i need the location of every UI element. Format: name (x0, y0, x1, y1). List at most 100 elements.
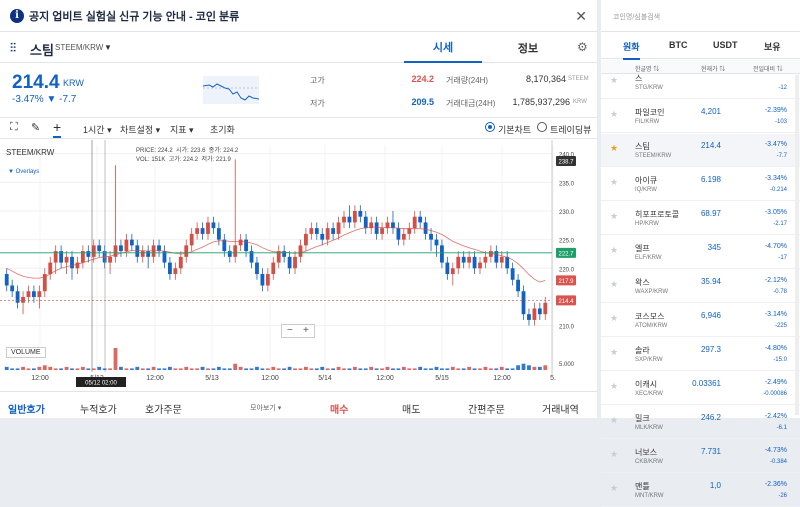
scrollbar[interactable] (795, 75, 799, 415)
coin-price: 6,946 (700, 311, 721, 320)
list-item[interactable]: ★ 왁스 WAXP/KRW 35.94 -2.12% -0.78 (601, 270, 800, 303)
tab-order-entry[interactable]: 호가주문 (145, 401, 182, 416)
coin-change-diff: -7.7 (776, 153, 787, 159)
ohlc-high2-label: 고가: (168, 157, 182, 163)
overlays-toggle[interactable]: ▼ Overlays (8, 169, 39, 175)
list-item[interactable]: ★ 밀크 MLK/KRW 246.2 -2.42% -6.1 (601, 406, 800, 439)
pencil-icon[interactable]: ✎ (31, 121, 40, 134)
coin-search[interactable]: 코인명/심볼검색 (601, 0, 800, 32)
gear-icon[interactable]: ⚙ (577, 40, 588, 54)
ohlc-high: 224.2 (223, 148, 239, 154)
candle (178, 256, 183, 269)
ohlc-vol: 151K (151, 157, 166, 163)
search-input[interactable]: 코인명/심볼검색 (613, 12, 660, 22)
coin-name: 스팀 (30, 43, 54, 58)
tab-holdings[interactable]: 보유 (764, 40, 781, 53)
candle (135, 245, 140, 257)
order-tabs: 일반호가 누적호가 호가주문 모아보기 ▾ 매수 매도 간편주문 거래내역 (0, 391, 597, 418)
star-icon[interactable]: ★ (610, 143, 618, 154)
candle (423, 222, 428, 234)
chart-settings-menu[interactable]: 차트설정 ▾ (120, 123, 160, 136)
list-item[interactable]: ★ 히포프로토콜 HP/KRW 68.97 -3.05% -2.17 (601, 202, 800, 235)
basic-chart-label[interactable]: 기본차트 (498, 123, 531, 136)
volume-bar (499, 366, 504, 370)
candle (287, 256, 292, 269)
list-item[interactable]: ★ 스 STG/KRW -12 (601, 66, 800, 99)
tab-sise[interactable]: 시세 (404, 33, 482, 63)
coin-name: 왁스 (635, 278, 650, 287)
list-item[interactable]: ★ 맨틀 MNT/KRW 1,0 -2.36% -26 (601, 474, 800, 507)
star-icon[interactable]: ★ (610, 109, 618, 120)
list-item[interactable]: ★ 이캐시 XEC/KRW 0.03361 -2.49% -0.00086 (601, 372, 800, 405)
x-tick-label: 12:00 (376, 375, 394, 382)
crosshair-icon[interactable]: + (53, 119, 62, 138)
list-item[interactable]: ★ 파일코인 FIL/KRW 4,201 -2.39% -103 (601, 100, 800, 133)
tab-order-book[interactable]: 일반호가 (8, 401, 45, 416)
list-item[interactable]: ★ 아이큐 IQ/KRW 6.198 -3.34% -0.214 (601, 168, 800, 201)
star-icon[interactable]: ★ (610, 211, 618, 222)
notice-text[interactable]: 공지 업비트 실험실 신규 기능 안내 - 코인 분류 (29, 8, 239, 24)
star-icon[interactable]: ★ (610, 381, 618, 392)
candle (450, 268, 455, 275)
zoom-out-button[interactable]: − (287, 325, 293, 336)
coin-dropdown-icon[interactable]: ▼ (104, 43, 112, 52)
volume-bar (233, 363, 238, 370)
ohlc-open-label: 시가: (176, 148, 189, 154)
candle (97, 245, 102, 252)
tab-info[interactable]: 정보 (492, 33, 564, 63)
volume-bar (271, 366, 276, 370)
coin-name: 코스모스 (635, 312, 665, 321)
close-icon[interactable]: ✕ (575, 8, 587, 25)
coin-change-diff: -2.17 (773, 221, 787, 227)
interval-select[interactable]: 1시간 ▾ (83, 123, 112, 136)
list-item[interactable]: ★ 엘프 ELF/KRW 345 -4.70% -17 (601, 236, 800, 269)
tab-btc[interactable]: BTC (669, 40, 688, 50)
star-icon[interactable]: ★ (610, 245, 618, 256)
candle (265, 274, 270, 286)
list-item[interactable]: ★ 코스모스 ATOM/KRW 6,946 -3.14% -225 (601, 304, 800, 337)
candle (293, 256, 297, 269)
star-icon[interactable]: ★ (610, 75, 618, 86)
volume-bar (113, 348, 118, 370)
star-icon[interactable]: ★ (610, 449, 618, 460)
tab-buy[interactable]: 매수 (330, 401, 348, 416)
list-item[interactable]: ★ 솔라 SXP/KRW 297.3 -4.80% -15.0 (601, 338, 800, 371)
list-item[interactable]: ★ 너보스 CKB/KRW 7.731 -4.73% -0.384 (601, 440, 800, 473)
volume-bar (298, 368, 303, 370)
tab-krw[interactable]: 원화 (623, 40, 640, 60)
star-icon[interactable]: ★ (610, 347, 618, 358)
candle (516, 279, 520, 292)
basic-chart-radio[interactable] (485, 122, 495, 132)
tab-cumulative[interactable]: 누적호가 (80, 401, 117, 416)
x-tick-label: 5/14 (318, 375, 332, 382)
chart-canvas[interactable]: 240.0235.0230.0225.0220.0215.0210.05.000… (0, 140, 597, 390)
tab-history[interactable]: 거래내역 (542, 401, 579, 416)
candle (434, 239, 439, 246)
candle (380, 228, 384, 234)
volume-bar (380, 368, 384, 370)
star-icon[interactable]: ★ (610, 313, 618, 324)
view-more-select[interactable]: 모아보기 ▾ (250, 403, 281, 413)
volume-bar (37, 366, 42, 370)
star-icon[interactable]: ★ (610, 415, 618, 426)
fullscreen-icon[interactable]: ⛶ (10, 121, 18, 134)
tradingview-radio[interactable] (537, 122, 547, 132)
indicators-menu[interactable]: 지표 ▾ (170, 123, 194, 136)
list-item[interactable]: ★ 스팀 STEEM/KRW 214.4 -3.47% -7.7 (601, 134, 800, 167)
candle (543, 302, 548, 315)
star-icon[interactable]: ★ (610, 177, 618, 188)
tab-sell[interactable]: 매도 (402, 401, 420, 416)
volume-bar (146, 368, 151, 370)
ohlc-high2: 224.2 (183, 157, 199, 163)
volume-bar (173, 368, 178, 370)
notice-bar[interactable]: i 공지 업비트 실험실 신규 기능 안내 - 코인 분류 ✕ (0, 0, 597, 32)
reset-button[interactable]: 초기화 (210, 123, 235, 136)
candle (200, 228, 205, 234)
star-icon[interactable]: ★ (610, 483, 618, 494)
star-icon[interactable]: ★ (610, 279, 618, 290)
zoom-in-button[interactable]: + (303, 325, 309, 336)
tab-simple-order[interactable]: 간편주문 (468, 401, 505, 416)
tradingview-label[interactable]: 트레이딩뷰 (550, 123, 591, 136)
tab-usdt[interactable]: USDT (713, 40, 738, 50)
price-chart[interactable]: 240.0235.0230.0225.0220.0215.0210.05.000… (0, 140, 597, 390)
